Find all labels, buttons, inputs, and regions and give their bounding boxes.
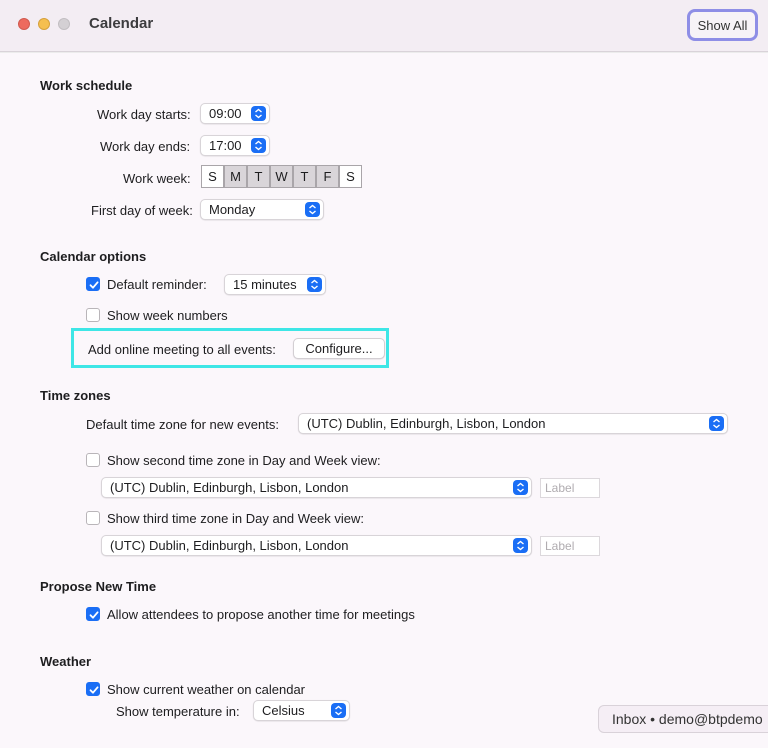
week-numbers-label: Show week numbers xyxy=(107,308,228,323)
inbox-status-pill[interactable]: Inbox • demo@btpdemo xyxy=(598,705,768,733)
second-tz-label: Show second time zone in Day and Week vi… xyxy=(107,453,381,468)
weather-heading: Weather xyxy=(40,654,92,669)
zoom-icon[interactable] xyxy=(58,18,70,30)
online-meeting-label: Add online meeting to all events: xyxy=(88,342,276,357)
weekday-tuesday[interactable]: T xyxy=(247,165,270,188)
stepper-arrows-icon xyxy=(251,106,266,121)
default-reminder-value: 15 minutes xyxy=(233,277,297,292)
first-day-select[interactable]: Monday xyxy=(200,199,324,220)
second-tz-checkbox[interactable] xyxy=(86,453,100,467)
second-tz-value: (UTC) Dublin, Edinburgh, Lisbon, London xyxy=(110,480,349,495)
window-title: Calendar xyxy=(89,15,154,32)
checkmark-icon xyxy=(89,686,99,694)
minimize-icon[interactable] xyxy=(38,18,50,30)
stepper-arrows-icon xyxy=(307,277,322,292)
allow-propose-label: Allow attendees to propose another time … xyxy=(107,607,415,622)
default-reminder-label: Default reminder: xyxy=(107,277,207,292)
first-day-label: First day of week: xyxy=(91,203,193,218)
propose-new-time-heading: Propose New Time xyxy=(40,579,157,594)
calendar-options-heading: Calendar options xyxy=(40,249,147,264)
stepper-arrows-icon xyxy=(709,416,724,431)
default-tz-value: (UTC) Dublin, Edinburgh, Lisbon, London xyxy=(307,416,546,431)
weekday-saturday[interactable]: S xyxy=(339,165,362,188)
week-numbers-checkbox[interactable] xyxy=(86,308,100,322)
default-reminder-select[interactable]: 15 minutes xyxy=(224,274,326,295)
checkmark-icon xyxy=(89,611,99,619)
weekday-thursday[interactable]: T xyxy=(293,165,316,188)
work-day-ends-label: Work day ends: xyxy=(100,139,191,154)
temperature-select[interactable]: Celsius xyxy=(253,700,350,721)
third-tz-value: (UTC) Dublin, Edinburgh, Lisbon, London xyxy=(110,538,349,553)
default-reminder-checkbox[interactable] xyxy=(86,277,100,291)
first-day-value: Monday xyxy=(209,202,256,217)
time-zones-heading: Time zones xyxy=(40,388,111,403)
work-week-label: Work week: xyxy=(123,171,191,186)
third-tz-checkbox[interactable] xyxy=(86,511,100,525)
temperature-value: Celsius xyxy=(262,703,305,718)
temperature-label: Show temperature in: xyxy=(116,704,240,719)
work-day-ends-value: 17:00 xyxy=(209,138,242,153)
close-icon[interactable] xyxy=(18,18,30,30)
stepper-arrows-icon xyxy=(513,480,528,495)
stepper-arrows-icon xyxy=(251,138,266,153)
default-tz-select[interactable]: (UTC) Dublin, Edinburgh, Lisbon, London xyxy=(298,413,728,434)
third-tz-label: Show third time zone in Day and Week vie… xyxy=(107,511,364,526)
work-day-ends-select[interactable]: 17:00 xyxy=(200,135,270,156)
third-tz-label-field[interactable]: Label xyxy=(540,536,600,556)
show-weather-checkbox[interactable] xyxy=(86,682,100,696)
stepper-arrows-icon xyxy=(305,202,320,217)
work-week-selector: S M T W T F S xyxy=(201,165,364,188)
weekday-wednesday[interactable]: W xyxy=(270,165,293,188)
configure-button[interactable]: Configure... xyxy=(293,338,385,359)
work-day-starts-label: Work day starts: xyxy=(97,107,191,122)
work-schedule-heading: Work schedule xyxy=(40,78,133,93)
title-bar: Calendar Show All xyxy=(0,0,768,52)
allow-propose-checkbox[interactable] xyxy=(86,607,100,621)
weekday-friday[interactable]: F xyxy=(316,165,339,188)
default-tz-label: Default time zone for new events: xyxy=(86,417,279,432)
second-tz-select[interactable]: (UTC) Dublin, Edinburgh, Lisbon, London xyxy=(101,477,532,498)
show-weather-label: Show current weather on calendar xyxy=(107,682,306,697)
second-tz-label-field[interactable]: Label xyxy=(540,478,600,498)
stepper-arrows-icon xyxy=(331,703,346,718)
preferences-pane xyxy=(0,53,768,748)
checkmark-icon xyxy=(89,281,99,289)
weekday-monday[interactable]: M xyxy=(224,165,247,188)
work-day-starts-select[interactable]: 09:00 xyxy=(200,103,270,124)
show-all-button[interactable]: Show All xyxy=(687,9,758,41)
third-tz-select[interactable]: (UTC) Dublin, Edinburgh, Lisbon, London xyxy=(101,535,532,556)
stepper-arrows-icon xyxy=(513,538,528,553)
weekday-sunday[interactable]: S xyxy=(201,165,224,188)
work-day-starts-value: 09:00 xyxy=(209,106,242,121)
